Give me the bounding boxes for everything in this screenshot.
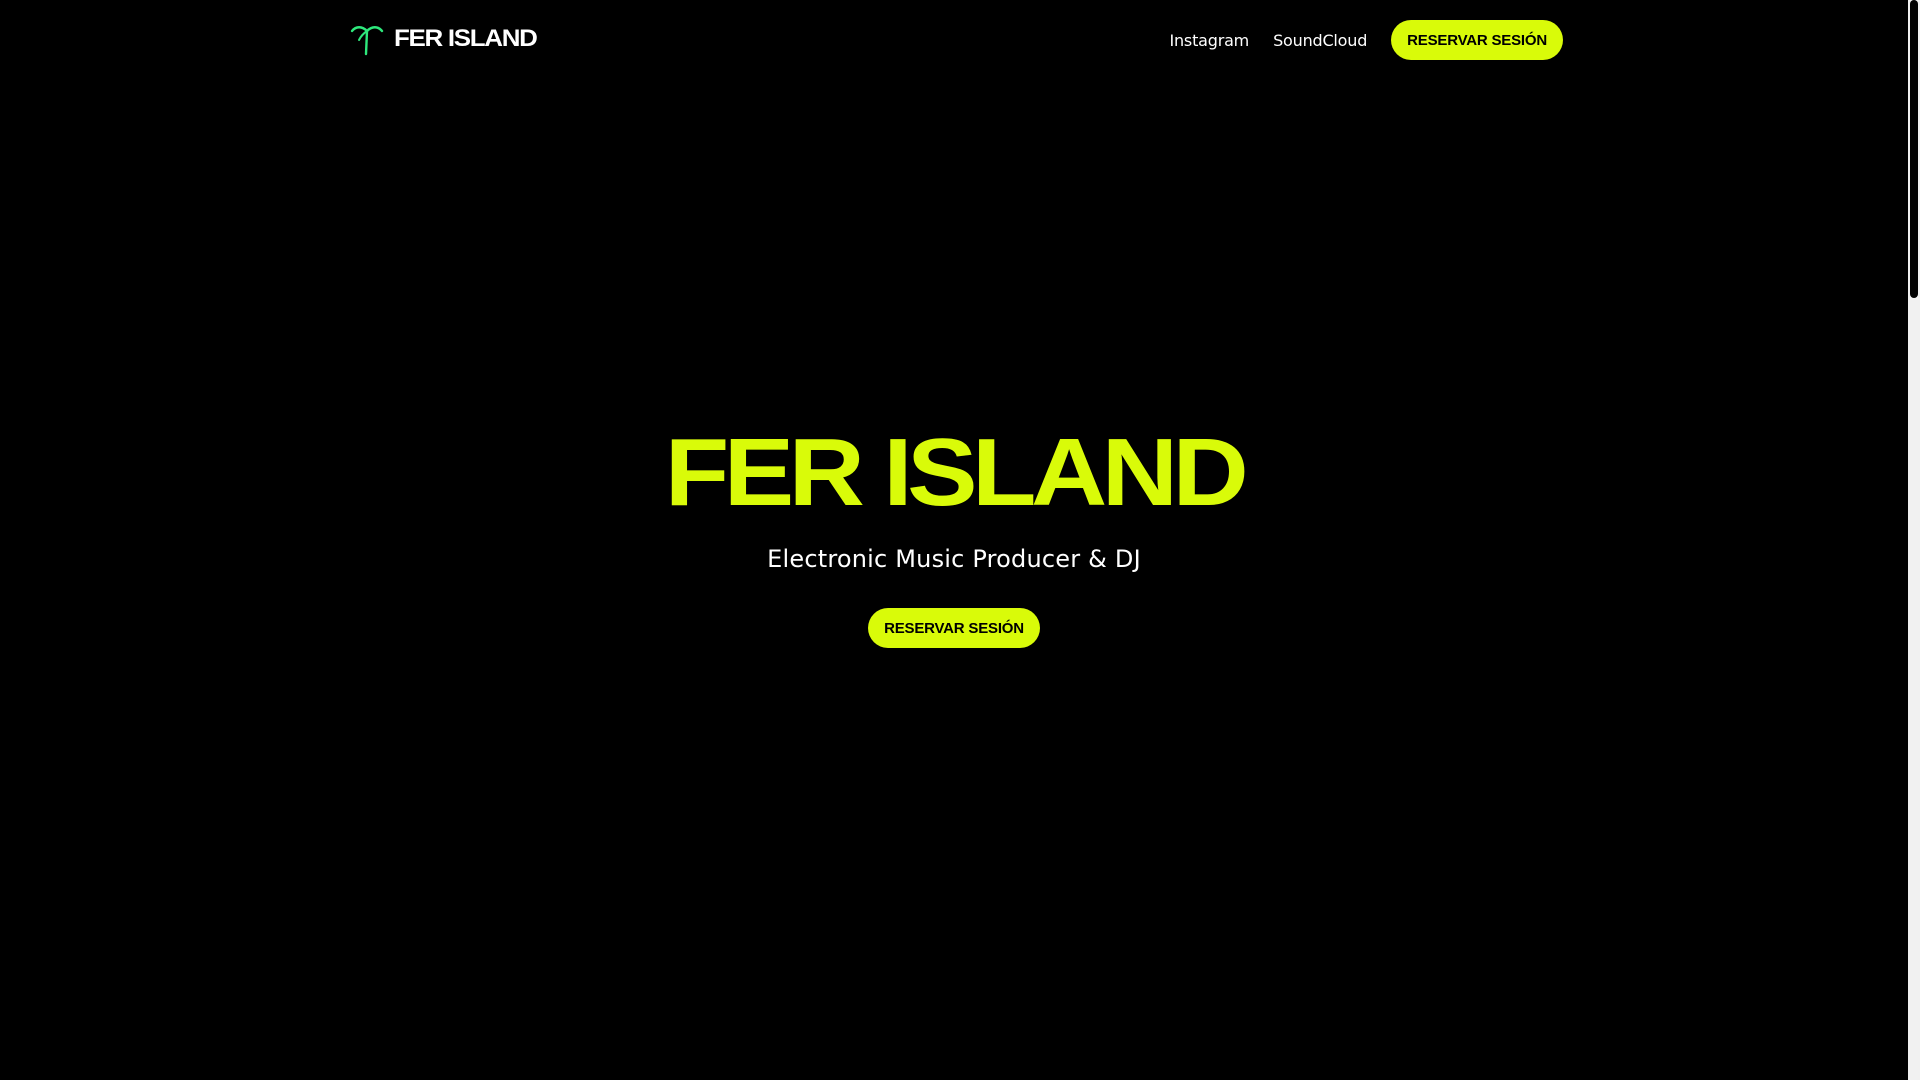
scrollbar-thumb[interactable] bbox=[1910, 0, 1918, 298]
page: FER ISLAND Instagram SoundCloud RESERVAR… bbox=[0, 0, 1920, 1080]
hero-title: FER ISLAND bbox=[0, 425, 1908, 521]
hero-cta-container: RESERVAR SESIÓN bbox=[0, 608, 1908, 648]
hero-subtitle: Electronic Music Producer & DJ bbox=[767, 545, 1141, 573]
hero-book-session-button[interactable]: RESERVAR SESIÓN bbox=[868, 608, 1040, 648]
hero-section: FER ISLAND Electronic Music Producer & D… bbox=[0, 0, 1908, 1080]
hero-title-text: FER ISLAND bbox=[664, 419, 1249, 526]
scrollbar[interactable] bbox=[1908, 0, 1920, 1080]
